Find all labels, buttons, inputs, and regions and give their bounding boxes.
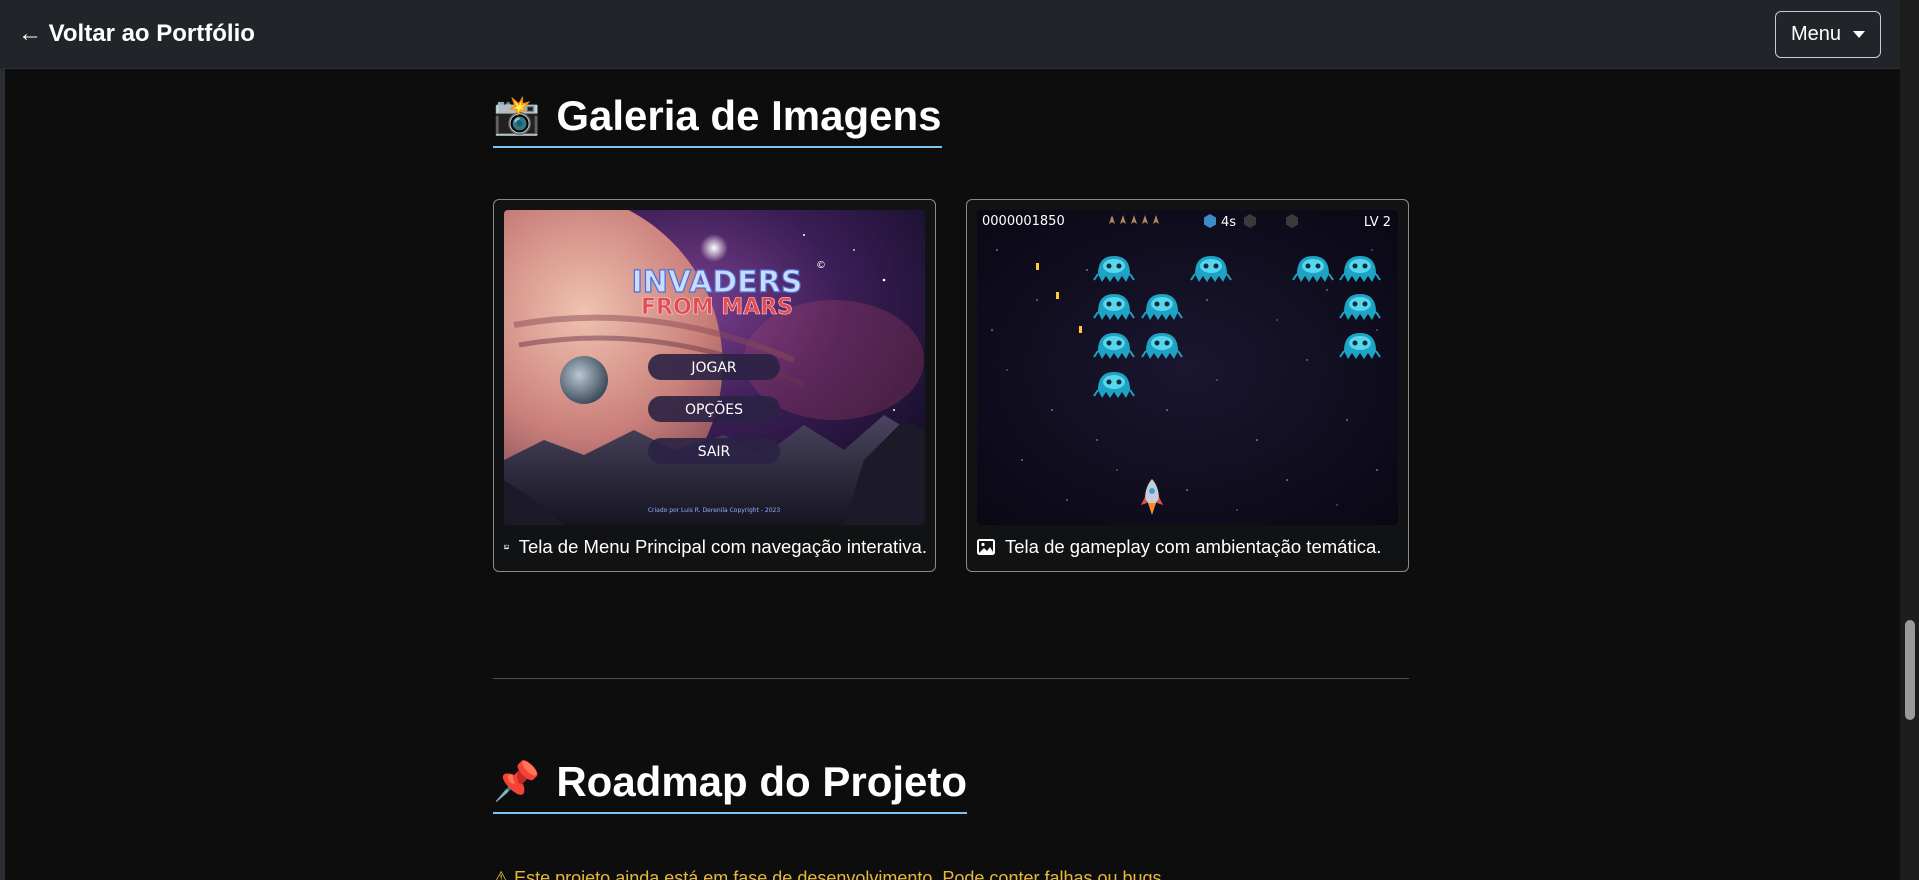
caption-text: Tela de gameplay com ambientação temátic…: [1005, 536, 1382, 557]
back-to-portfolio-link[interactable]: ← Voltar ao Portfólio: [18, 20, 255, 48]
card-caption: Tela de gameplay com ambientação temátic…: [977, 536, 1400, 558]
menu-button-label: Menu: [1790, 23, 1842, 45]
camera-icon: 📸: [493, 95, 541, 137]
roadmap-title-text: Roadmap do Projeto: [556, 758, 968, 805]
gallery-card-main-menu[interactable]: INVADERS FROM MARS © JOGAR OPÇÕES SAIR C…: [493, 199, 936, 572]
game-level: LV 2: [1364, 215, 1391, 230]
menu-dropdown-button[interactable]: Menu: [1775, 11, 1881, 58]
section-divider: [493, 678, 1409, 679]
menu-art-button-play: JOGAR: [690, 360, 737, 376]
left-window-edge: [0, 0, 5, 880]
game-timer: 4s: [1221, 215, 1236, 230]
menu-art-button-exit: SAIR: [698, 444, 731, 460]
roadmap-section-title: 📌 Roadmap do Projeto: [493, 758, 968, 814]
card-caption: Tela de Menu Principal com navegação int…: [504, 536, 927, 558]
gameplay-art: 0000001850 4s LV 2: [977, 210, 1398, 525]
top-navbar: ← Voltar ao Portfólio Menu: [0, 0, 1900, 69]
menu-art-credit: Criado por Luis R. Derenila Copyright - …: [648, 507, 781, 514]
main-menu-art: INVADERS FROM MARS © JOGAR OPÇÕES SAIR C…: [504, 210, 925, 525]
page-scrollbar[interactable]: [1900, 0, 1919, 880]
image-icon: [504, 544, 509, 550]
logo-copyright-mark: ©: [816, 260, 826, 271]
caption-text: Tela de Menu Principal com navegação int…: [518, 536, 927, 557]
gallery-section-title: 📸 Galeria de Imagens: [493, 92, 942, 148]
menu-art-button-options: OPÇÕES: [685, 401, 743, 418]
main-menu-screenshot[interactable]: INVADERS FROM MARS © JOGAR OPÇÕES SAIR C…: [504, 210, 925, 525]
gallery-card-gameplay[interactable]: 0000001850 4s LV 2 Tela de gameplay com …: [966, 199, 1409, 572]
logo-from-mars: FROM MARS: [641, 295, 793, 320]
gallery-title-text: Galeria de Imagens: [556, 92, 942, 139]
scrollbar-thumb[interactable]: [1905, 620, 1915, 720]
pushpin-icon: 📌: [493, 761, 541, 803]
development-warning: ⚠ Este projeto ainda está em fase de des…: [493, 868, 1167, 880]
game-score: 0000001850: [982, 214, 1065, 229]
gameplay-screenshot[interactable]: 0000001850 4s LV 2: [977, 210, 1398, 525]
image-icon: [977, 539, 995, 555]
caret-down-icon: [1853, 31, 1866, 38]
